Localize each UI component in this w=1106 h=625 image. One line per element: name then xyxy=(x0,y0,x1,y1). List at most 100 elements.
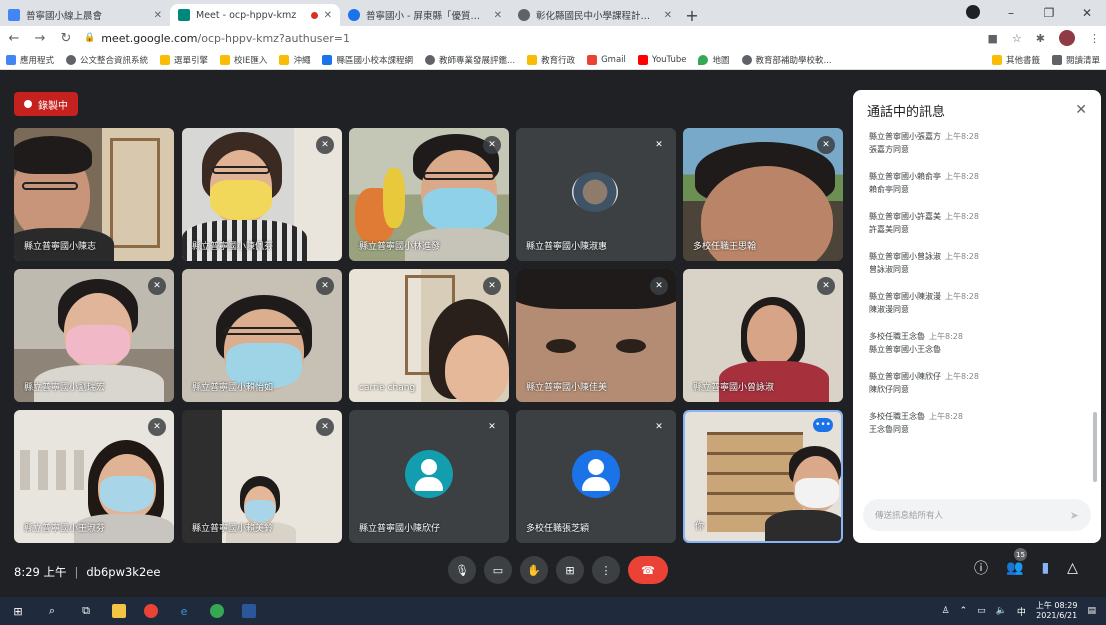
close-icon[interactable]: ✕ xyxy=(1075,102,1087,118)
microphone-icon: 🎙 xyxy=(455,563,469,577)
participant-tile[interactable]: ✕ 縣立普寧國小曾詠淑 xyxy=(683,269,843,402)
participant-tile[interactable]: ✕ 縣立普寧國小陳佩芬 xyxy=(182,128,342,261)
participant-tile[interactable]: ✕ 多校任職王思翰 xyxy=(683,128,843,261)
url-field[interactable]: 🔒 meet.google.com/ocp-hppv-kmz?authuser=… xyxy=(84,32,978,45)
send-icon[interactable]: ➤ xyxy=(1070,509,1079,522)
search-icon[interactable]: ⌕ xyxy=(44,603,60,619)
leave-call-button[interactable]: ☎ xyxy=(628,556,668,584)
avatar[interactable] xyxy=(1059,30,1075,46)
self-tile[interactable]: ••• 你 xyxy=(683,410,843,543)
forward-arrow-icon[interactable]: → xyxy=(32,31,48,46)
chrome-icon[interactable] xyxy=(144,604,158,618)
microphone-button[interactable]: 🎙 xyxy=(448,556,476,584)
participant-name: 縣立普寧國小陳佩芬 xyxy=(192,242,274,252)
menu-icon[interactable]: ⋮ xyxy=(1089,32,1100,45)
close-tab-icon[interactable]: ✕ xyxy=(664,10,672,21)
bookmark-label: Gmail xyxy=(601,54,626,65)
bookmark-label: 公文整合資訊系統 xyxy=(80,55,149,66)
chat-message: 縣立普寧國小曾詠淑 上午8:28 曾詠淑同意 xyxy=(869,252,979,274)
file-explorer-icon[interactable] xyxy=(112,604,126,618)
browser-tab[interactable]: 普寧國小線上晨會 ✕ xyxy=(0,4,170,26)
new-tab-button[interactable]: + xyxy=(680,4,704,26)
participant-tile[interactable]: ✕ 縣立普寧國小陳淑惠 xyxy=(516,128,676,261)
hand-icon: ✋ xyxy=(527,563,541,577)
present-button[interactable]: ⊞ xyxy=(556,556,584,584)
chrome-active-icon[interactable] xyxy=(210,604,224,618)
chat-scrollbar[interactable] xyxy=(1093,412,1097,482)
back-arrow-icon[interactable]: ← xyxy=(6,31,22,46)
bookmark-item[interactable]: Gmail xyxy=(587,54,626,65)
bookmark-item[interactable]: 教師專業發展評鑑... xyxy=(424,54,515,66)
more-options-icon[interactable]: ••• xyxy=(813,418,833,432)
reading-list[interactable]: 閱讀清單 xyxy=(1051,54,1100,66)
close-tab-icon[interactable]: ✕ xyxy=(494,10,502,21)
participant-tile[interactable]: ✕ 縣立普寧國小陳佳美 xyxy=(516,269,676,402)
meet-icon xyxy=(178,9,190,21)
bookmark-item[interactable]: 公文整合資訊系統 xyxy=(66,54,148,66)
bookmark-label: 沖繩 xyxy=(293,55,311,66)
raise-hand-button[interactable]: ✋ xyxy=(520,556,548,584)
browser-tab[interactable]: 普寧國小 - 屏東縣「優質」優勝 ✕ xyxy=(340,4,510,26)
participant-tile[interactable]: ✕ 多校任職張芝穎 xyxy=(516,410,676,543)
bookmark-item[interactable]: YouTube xyxy=(637,54,686,65)
close-tab-icon[interactable]: ✕ xyxy=(154,10,162,21)
phone-hangup-icon: ☎ xyxy=(641,563,655,577)
clock[interactable]: 上午 08:29 2021/6/21 xyxy=(1036,601,1078,621)
info-icon[interactable]: ⓘ xyxy=(974,558,988,578)
participant-name: 縣立普寧國小陳欣仔 xyxy=(359,524,441,534)
chat-message-list[interactable]: 縣立普寧國小張嘉方 上午8:28 張嘉方同意 縣立普寧國小賴俞亭 上午8:28 賴俞亭同… xyxy=(853,130,1101,490)
present-icon: ⊞ xyxy=(565,563,575,577)
camera-button[interactable]: ▭ xyxy=(484,556,512,584)
restore-button[interactable]: ❐ xyxy=(1030,6,1068,20)
browser-tab-active[interactable]: Meet - ocp-hppv-kmz ✕ xyxy=(170,4,340,26)
participant-tile[interactable]: ✕ 縣立普寧國小賴美鈴 xyxy=(182,410,342,543)
star-icon[interactable]: ☆ xyxy=(1012,32,1022,45)
edge-icon[interactable]: e xyxy=(176,603,192,619)
profile-icon[interactable] xyxy=(954,4,992,22)
network-icon[interactable]: ▭ xyxy=(977,606,986,616)
bookmark-item[interactable]: 校IE匯入 xyxy=(220,54,267,66)
close-window-button[interactable]: ✕ xyxy=(1068,6,1106,20)
volume-icon[interactable]: 🔈 xyxy=(996,606,1007,616)
folder-icon xyxy=(160,54,171,65)
participant-tile[interactable]: 縣立普寧國小陳志 xyxy=(14,128,174,261)
bookmark-item[interactable]: 縣區國小校本課程網 xyxy=(322,54,413,66)
participant-name: 縣立普寧國小陳淑惠 xyxy=(526,242,608,252)
participant-tile[interactable]: ✕ 縣立普寧國小劉瑞宏 xyxy=(14,269,174,402)
camera-in-use-icon[interactable]: ■ xyxy=(988,32,998,45)
recording-badge[interactable]: 錄製中 xyxy=(14,92,78,116)
word-icon[interactable] xyxy=(242,604,256,618)
chat-input[interactable]: 傳送訊息給所有人 ➤ xyxy=(863,499,1091,531)
extension-icon[interactable]: ✱ xyxy=(1036,32,1045,45)
windows-start-icon[interactable]: ⊞ xyxy=(10,603,26,619)
participant-tile[interactable]: ✕ 縣立普寧國小王淑芬 xyxy=(14,410,174,543)
bookmark-item[interactable]: 地圖 xyxy=(698,54,730,66)
participant-tile[interactable]: ✕ carrie chang xyxy=(349,269,509,402)
participant-tile[interactable]: ✕ 縣立普寧國小賴怡如 xyxy=(182,269,342,402)
chat-icon[interactable]: ▮ xyxy=(1041,560,1049,576)
meeting-code: db6pw3k2ee xyxy=(86,565,161,579)
more-options-button[interactable]: ⋮ xyxy=(592,556,620,584)
participant-tile[interactable]: ✕ 縣立普寧國小陳欣仔 xyxy=(349,410,509,543)
participant-name: 縣立普寧國小王淑芬 xyxy=(24,524,106,534)
reload-icon[interactable]: ↻ xyxy=(58,31,74,46)
activities-icon[interactable]: △ xyxy=(1067,560,1078,576)
person-icon[interactable]: ♙ xyxy=(942,606,950,616)
mic-off-icon: ✕ xyxy=(483,136,501,154)
browser-tab[interactable]: 彰化縣國民中小學課程計畫平台 ✕ xyxy=(510,4,680,26)
participant-tile[interactable]: ✕ 縣立普寧國小林進發 xyxy=(349,128,509,261)
people-button[interactable]: 👥 15 xyxy=(1006,548,1027,576)
minimize-button[interactable]: – xyxy=(992,6,1030,20)
bookmark-item[interactable]: 沖繩 xyxy=(279,54,310,66)
other-bookmarks[interactable]: 其他書籤 xyxy=(991,54,1040,66)
chevron-up-icon[interactable]: ⌃ xyxy=(960,606,968,616)
mic-off-icon: ✕ xyxy=(316,136,334,154)
bookmark-item[interactable]: 選單引擎 xyxy=(160,54,208,66)
close-tab-icon[interactable]: ✕ xyxy=(324,10,332,21)
bookmark-item[interactable]: 教育部補助學校軟... xyxy=(741,54,832,66)
bookmark-item[interactable]: 教育行政 xyxy=(527,54,575,66)
task-view-icon[interactable]: ⧉ xyxy=(78,603,94,619)
notification-icon[interactable]: ▤ xyxy=(1087,606,1096,616)
ime-indicator[interactable]: 中 xyxy=(1017,605,1026,618)
bookmark-item[interactable]: 應用程式 xyxy=(6,54,54,66)
